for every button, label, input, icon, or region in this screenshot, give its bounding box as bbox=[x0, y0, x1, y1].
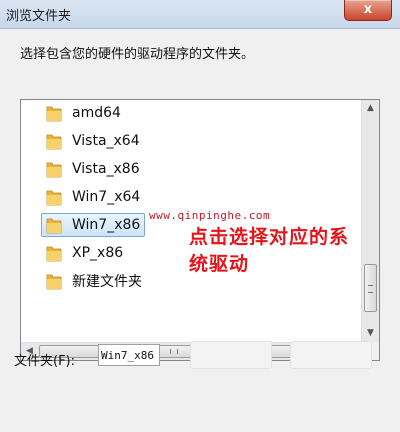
dialog-button-faded[interactable] bbox=[190, 341, 272, 369]
folder-item-vista-x86[interactable]: Vista_x86 bbox=[41, 157, 145, 181]
close-button[interactable]: x bbox=[344, 0, 392, 21]
vertical-scrollbar[interactable]: ▲ ▼ bbox=[361, 100, 379, 342]
folder-icon bbox=[46, 218, 62, 234]
folder-item-win7-x64[interactable]: Win7_x64 bbox=[41, 185, 145, 209]
close-icon: x bbox=[363, 2, 373, 17]
folder-name: Win7_x86 bbox=[72, 217, 141, 233]
folder-item-new-folder[interactable]: 新建文件夹 bbox=[41, 269, 147, 293]
folder-field-label: 文件夹(F): bbox=[14, 354, 76, 369]
folder-name: Win7_x64 bbox=[72, 189, 141, 205]
folder-name: XP_x86 bbox=[72, 245, 124, 261]
folder-tree[interactable]: amd64 Vista_x64 Vista_x86 Win7_x64 Win7_… bbox=[20, 99, 380, 361]
grip-icon bbox=[170, 349, 178, 354]
folder-name: Vista_x64 bbox=[72, 133, 140, 149]
folder-name: amd64 bbox=[72, 105, 121, 121]
folder-name: Vista_x86 bbox=[72, 161, 140, 177]
folder-icon bbox=[46, 162, 62, 178]
dialog-button-faded[interactable] bbox=[290, 341, 372, 369]
grip-icon bbox=[368, 285, 373, 293]
folder-path-input[interactable] bbox=[98, 344, 160, 366]
folder-name: 新建文件夹 bbox=[72, 274, 142, 290]
folder-list: amd64 Vista_x64 Vista_x86 Win7_x64 Win7_… bbox=[21, 100, 361, 342]
scroll-down-arrow-icon[interactable]: ▼ bbox=[362, 325, 379, 342]
folder-item-win7-x86[interactable]: Win7_x86 bbox=[41, 213, 146, 237]
watermark-url: www.qinpinghe.com bbox=[149, 209, 271, 222]
folder-icon bbox=[46, 190, 62, 206]
title-bar: 浏览文件夹 x bbox=[0, 0, 400, 29]
folder-icon bbox=[46, 106, 62, 122]
annotation-text: 点击选择对应的系统驱动 bbox=[189, 226, 350, 275]
folder-item-vista-x64[interactable]: Vista_x64 bbox=[41, 129, 145, 153]
folder-icon bbox=[46, 134, 62, 150]
folder-item-amd64[interactable]: amd64 bbox=[41, 101, 126, 125]
window-title: 浏览文件夹 bbox=[6, 9, 72, 24]
instruction-text: 选择包含您的硬件的驱动程序的文件夹。 bbox=[20, 47, 255, 62]
folder-icon bbox=[46, 246, 62, 262]
folder-icon bbox=[46, 274, 62, 290]
vertical-scroll-thumb[interactable] bbox=[364, 264, 377, 312]
dialog-body: 选择包含您的硬件的驱动程序的文件夹。 amd64 Vista_x64 Vista… bbox=[0, 29, 400, 432]
folder-item-xp-x86[interactable]: XP_x86 bbox=[41, 241, 128, 265]
scroll-up-arrow-icon[interactable]: ▲ bbox=[362, 100, 379, 117]
